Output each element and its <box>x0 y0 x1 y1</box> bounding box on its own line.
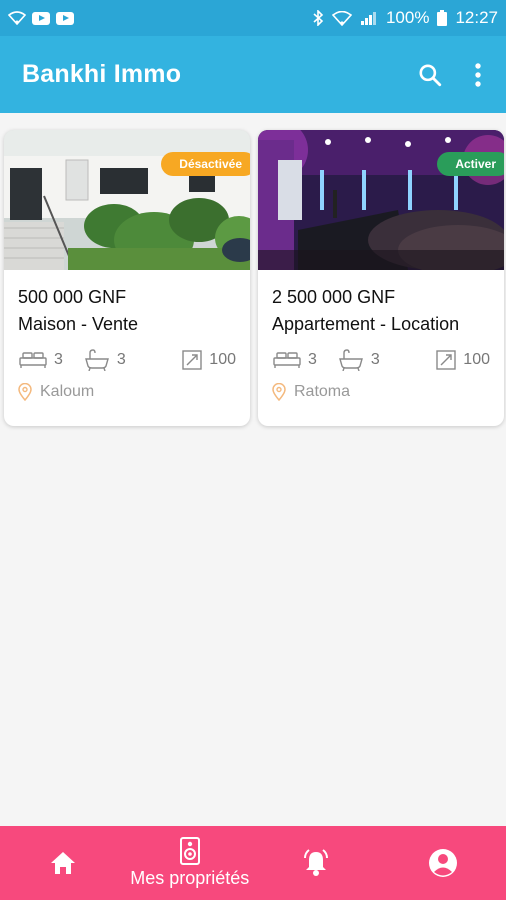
property-photo: Désactivée <box>4 130 250 270</box>
property-price: 500 000 GNF <box>18 287 127 307</box>
property-photo: Activer <box>258 130 504 270</box>
my-properties-icon <box>179 837 200 865</box>
wifi-icon <box>8 11 26 25</box>
battery-icon <box>437 10 448 26</box>
youtube-icon <box>32 11 50 25</box>
youtube-icon <box>56 11 74 25</box>
listing-grid: Désactivée 500 000 GNF Maison - Vente 3 … <box>4 130 506 426</box>
nav-account[interactable] <box>388 826 498 900</box>
notification-icons <box>8 11 74 25</box>
bathrooms: 3 <box>337 349 380 371</box>
property-card[interactable]: Activer 2 500 000 GNF Appartement - Loca… <box>258 130 504 426</box>
property-type: Appartement - Location <box>272 314 460 334</box>
property-type: Maison - Vente <box>18 314 139 334</box>
cell-signal-icon <box>360 11 376 25</box>
bell-icon <box>304 849 329 876</box>
area: 100 <box>435 349 490 371</box>
card-body: 500 000 GNF Maison - Vente 3 3 100 Kalou… <box>4 270 250 401</box>
location-name: Ratoma <box>294 383 351 400</box>
area-icon <box>436 350 456 370</box>
area: 100 <box>181 349 236 371</box>
bed-icon <box>273 352 301 368</box>
bed-icon <box>19 352 47 368</box>
area-icon <box>182 350 202 370</box>
property-price: 2 500 000 GNF <box>272 287 396 307</box>
bottom-navigation: Mes propriétés <box>0 826 506 900</box>
card-body: 2 500 000 GNF Appartement - Location 3 3… <box>258 270 504 401</box>
bathroom-count: 3 <box>116 351 126 368</box>
overflow-menu-button[interactable] <box>458 55 498 95</box>
nav-my-properties[interactable]: Mes propriétés <box>130 826 249 900</box>
property-features: 3 3 100 <box>272 349 490 371</box>
nav-home[interactable] <box>8 826 118 900</box>
battery-percent: 100% <box>385 8 430 27</box>
bathtub-icon <box>84 349 109 371</box>
app-title: Bankhi Immo <box>22 60 182 88</box>
area-value: 100 <box>209 351 236 368</box>
status-badge[interactable]: Activer <box>437 152 504 176</box>
clock: 12:27 <box>455 8 498 27</box>
wifi-signal-icon <box>331 10 352 26</box>
search-icon <box>419 63 442 86</box>
nav-my-properties-label: Mes propriétés <box>130 868 250 888</box>
bedrooms: 3 <box>272 350 317 370</box>
search-button[interactable] <box>410 55 450 95</box>
status-bar: 100% 12:27 <box>0 0 506 36</box>
nav-notifications[interactable] <box>261 826 371 900</box>
app-bar: Bankhi Immo <box>0 36 506 113</box>
bedroom-count: 3 <box>54 351 63 368</box>
system-icons: 100% 12:27 <box>312 8 498 28</box>
bathrooms: 3 <box>83 349 126 371</box>
bathtub-icon <box>338 349 363 371</box>
bathroom-count: 3 <box>370 351 380 368</box>
location-name: Kaloum <box>40 383 95 400</box>
more-vert-icon <box>475 62 481 87</box>
property-card[interactable]: Désactivée 500 000 GNF Maison - Vente 3 … <box>4 130 250 426</box>
home-icon <box>51 852 76 874</box>
location-pin-icon <box>272 383 286 401</box>
location-pin-icon <box>18 383 32 401</box>
bedroom-count: 3 <box>308 351 317 368</box>
bluetooth-icon <box>313 10 324 26</box>
status-badge[interactable]: Désactivée <box>161 152 250 176</box>
bedrooms: 3 <box>18 350 63 370</box>
property-features: 3 3 100 <box>18 349 236 371</box>
property-location: Ratoma <box>272 383 490 401</box>
area-value: 100 <box>463 351 490 368</box>
property-location: Kaloum <box>18 383 236 401</box>
account-icon <box>428 849 457 877</box>
